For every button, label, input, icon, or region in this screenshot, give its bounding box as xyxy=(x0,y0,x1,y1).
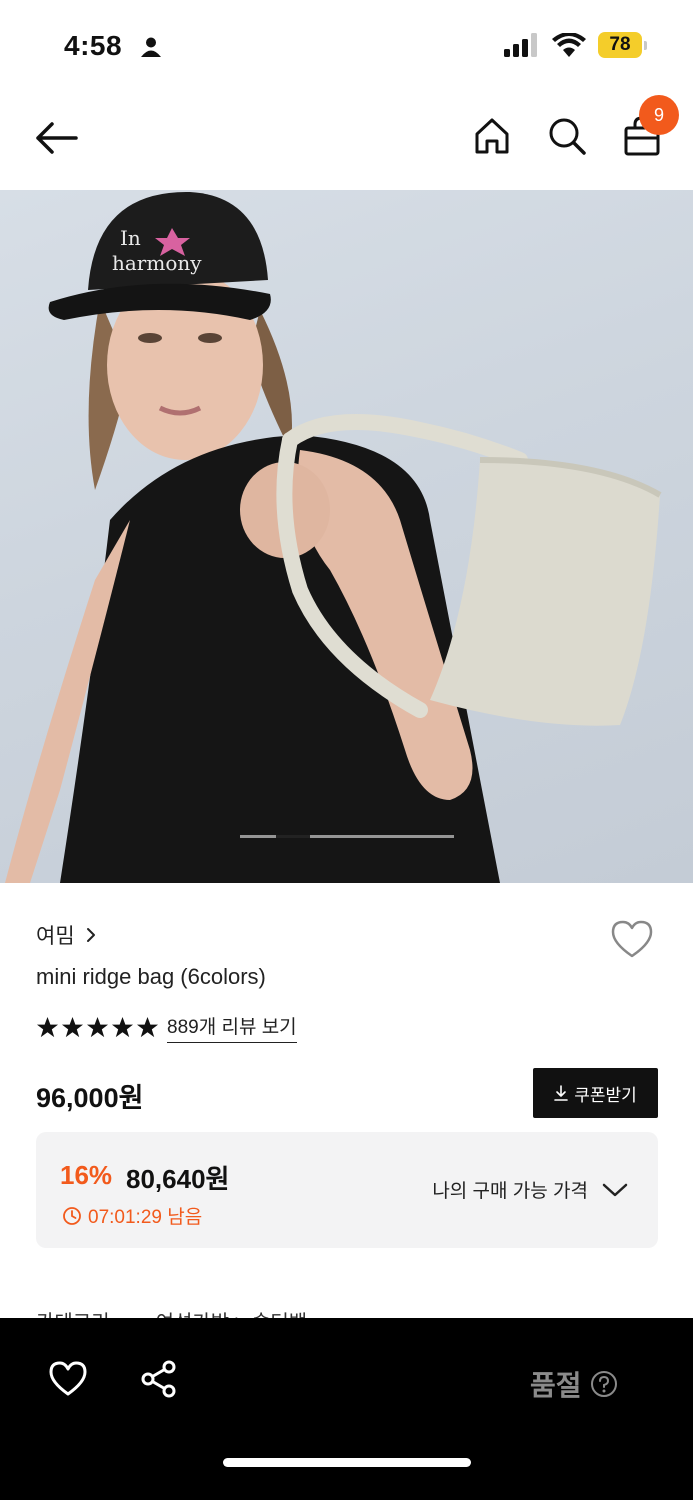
svg-text:In: In xyxy=(120,226,141,250)
star-icon xyxy=(111,1016,134,1038)
star-icon xyxy=(61,1016,84,1038)
rating-stars xyxy=(36,1016,159,1039)
battery-indicator: 78 xyxy=(598,32,647,58)
my-price-toggle[interactable]: 나의 구매 가능 가격 xyxy=(432,1176,628,1203)
coupon-label: 쿠폰받기 xyxy=(574,1085,637,1105)
home-icon[interactable] xyxy=(470,114,514,158)
home-indicator xyxy=(223,1458,471,1467)
discount-rate: 16% xyxy=(60,1160,113,1190)
discount-panel[interactable]: 16% 80,640원 07:01:29 남음 나의 구매 가능 가격 xyxy=(36,1132,658,1248)
coupon-button[interactable]: 쿠폰받기 xyxy=(533,1068,658,1118)
timer-text: 07:01:29 남음 xyxy=(88,1207,203,1228)
person-icon xyxy=(141,37,161,57)
heart-icon[interactable] xyxy=(609,918,655,960)
battery-level: 78 xyxy=(598,32,642,58)
wifi-icon xyxy=(552,33,586,57)
clock-icon xyxy=(63,1206,81,1225)
my-price-label: 나의 구매 가능 가격 xyxy=(432,1181,588,1202)
search-icon[interactable] xyxy=(545,114,589,158)
back-arrow-icon[interactable] xyxy=(30,116,82,160)
product-name: mini ridge bag (6colors) xyxy=(36,964,266,989)
original-price: 96,000원 xyxy=(36,1083,144,1113)
product-photo: In harmony xyxy=(5,191,662,883)
chevron-down-icon xyxy=(602,1183,628,1196)
bottom-action-bar: 품절 xyxy=(0,1318,693,1500)
star-icon xyxy=(36,1016,59,1038)
product-image[interactable]: In harmony xyxy=(0,190,693,883)
signal-icon xyxy=(504,33,537,57)
status-indicators: 78 xyxy=(504,32,647,58)
countdown-timer: 07:01:29 남음 xyxy=(62,1202,202,1229)
soldout-status[interactable]: 품절 xyxy=(530,1364,618,1404)
cart-count-badge: 9 xyxy=(639,95,679,135)
star-icon xyxy=(136,1016,159,1038)
question-circle-icon[interactable] xyxy=(590,1370,618,1398)
chevron-right-icon xyxy=(86,928,95,942)
svg-text:harmony: harmony xyxy=(112,251,202,275)
share-icon[interactable] xyxy=(140,1360,178,1398)
review-link[interactable]: 889개 리뷰 보기 xyxy=(167,1012,297,1043)
discount-price: 80,640원 xyxy=(126,1164,230,1194)
top-nav xyxy=(0,92,693,190)
star-icon xyxy=(86,1016,109,1038)
carousel-indicator-active xyxy=(276,835,310,838)
status-time: 4:58 xyxy=(64,30,123,61)
brand-name: 여밈 xyxy=(36,925,75,948)
status-bar: 4:58 78 xyxy=(0,0,693,92)
download-icon xyxy=(554,1085,569,1101)
rating-row: 889개 리뷰 보기 xyxy=(36,1012,297,1043)
soldout-label: 품절 xyxy=(530,1370,582,1401)
brand-link[interactable]: 여밈 xyxy=(36,920,97,950)
wishlist-heart-icon[interactable] xyxy=(48,1360,88,1398)
carousel-indicator xyxy=(240,835,454,838)
